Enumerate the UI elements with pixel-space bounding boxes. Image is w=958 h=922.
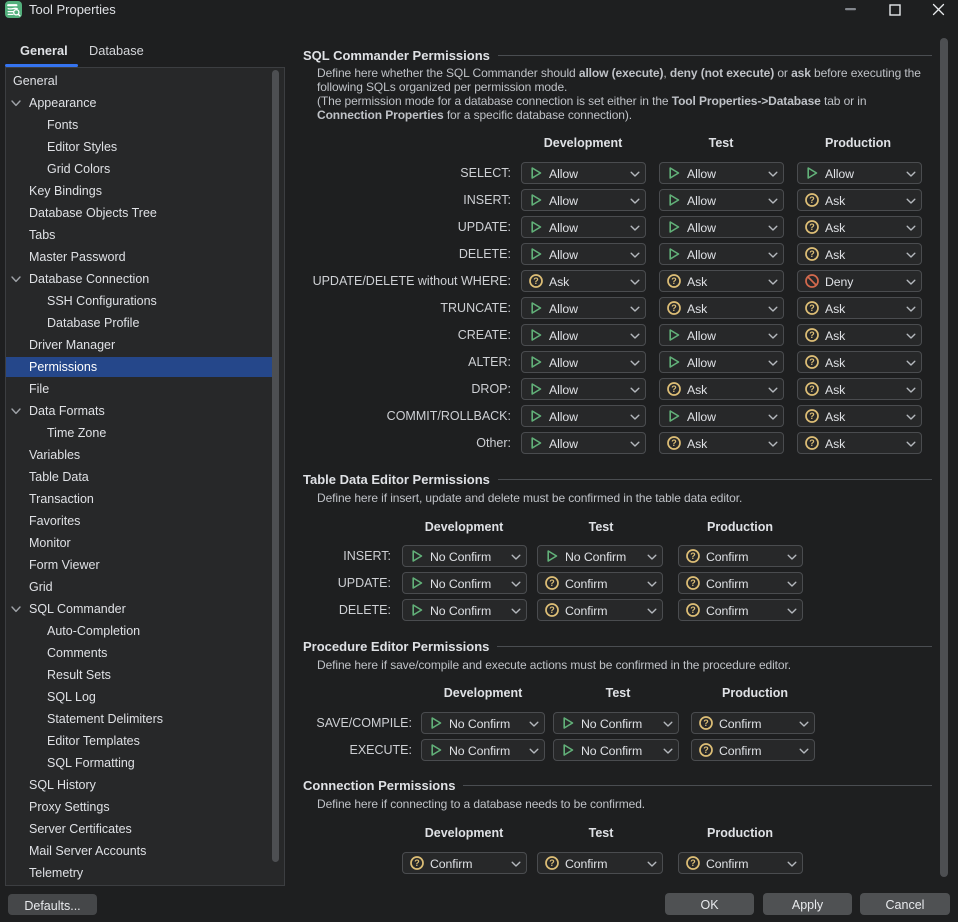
svg-text:?: ? (690, 551, 696, 561)
svg-text:?: ? (703, 718, 709, 728)
svg-text:?: ? (690, 858, 696, 868)
svg-text:?: ? (690, 578, 696, 588)
svg-text:?: ? (809, 195, 815, 205)
svg-text:?: ? (809, 357, 815, 367)
svg-text:?: ? (671, 384, 677, 394)
svg-text:?: ? (809, 303, 815, 313)
svg-text:?: ? (671, 276, 677, 286)
svg-text:?: ? (414, 858, 420, 868)
svg-text:?: ? (809, 384, 815, 394)
svg-text:?: ? (809, 438, 815, 448)
svg-text:?: ? (549, 858, 555, 868)
svg-text:?: ? (809, 330, 815, 340)
svg-text:?: ? (809, 222, 815, 232)
svg-text:?: ? (671, 303, 677, 313)
svg-text:?: ? (690, 605, 696, 615)
svg-text:?: ? (533, 276, 539, 286)
svg-text:?: ? (549, 605, 555, 615)
svg-text:?: ? (809, 411, 815, 421)
svg-text:?: ? (809, 249, 815, 259)
svg-text:?: ? (703, 745, 709, 755)
svg-text:?: ? (671, 438, 677, 448)
svg-text:?: ? (549, 578, 555, 588)
